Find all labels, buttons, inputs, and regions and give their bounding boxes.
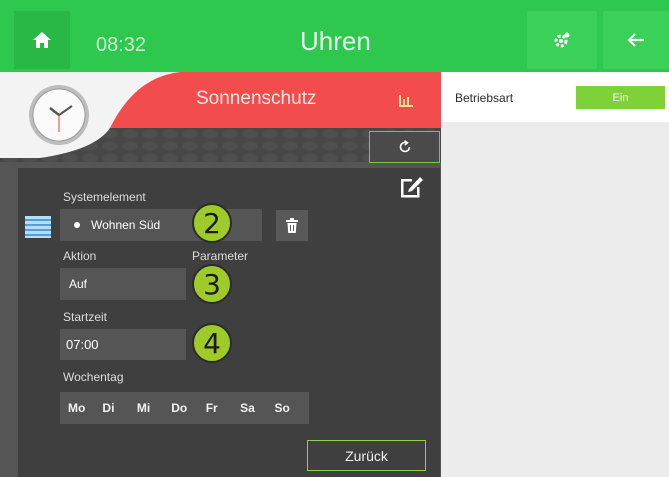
parameter-label: Parameter <box>192 249 249 263</box>
trash-icon <box>286 217 298 233</box>
startzeit-label: Startzeit <box>63 310 108 324</box>
clock-icon <box>29 85 89 145</box>
settings-button[interactable] <box>527 11 597 69</box>
systemelement-value: Wohnen Süd <box>91 218 161 232</box>
systemelement-label: Systemelement <box>63 190 146 204</box>
aktion-select[interactable]: Auf <box>60 268 186 300</box>
bar-chart-icon <box>399 95 413 107</box>
panel-title: Sonnenschutz <box>196 88 317 109</box>
betriebsart-label: Betriebsart <box>455 91 514 105</box>
chart-button[interactable] <box>371 72 441 128</box>
callout-2: 2 <box>192 203 232 243</box>
callout-3: 3 <box>192 264 232 304</box>
back-form-button[interactable]: Zurück <box>307 440 426 471</box>
weekday-selector: Mo Di Mi Do Fr Sa So <box>60 392 309 424</box>
weekday-sa[interactable]: Sa <box>240 401 274 415</box>
clock-time: 08:32 <box>96 34 147 56</box>
weekday-di[interactable]: Di <box>102 401 136 415</box>
blind-icon <box>25 216 51 238</box>
callout-4: 4 <box>192 323 232 363</box>
edit-icon[interactable] <box>398 174 426 200</box>
weekday-so[interactable]: So <box>275 401 309 415</box>
page-title: Uhren <box>300 26 371 56</box>
back-button[interactable] <box>603 11 669 69</box>
bullet-icon <box>74 222 80 228</box>
right-content <box>441 122 669 477</box>
reset-icon <box>399 140 410 153</box>
weekday-do[interactable]: Do <box>171 401 205 415</box>
delete-button[interactable] <box>276 210 308 241</box>
weekday-mi[interactable]: Mi <box>137 401 171 415</box>
gear-icon <box>554 32 570 48</box>
startzeit-input[interactable]: 07:00 <box>60 329 186 360</box>
weekday-fr[interactable]: Fr <box>206 401 240 415</box>
arrow-left-icon <box>627 33 644 47</box>
ein-button[interactable]: Ein <box>576 86 665 109</box>
home-button[interactable] <box>14 11 70 69</box>
home-icon <box>33 32 51 48</box>
reset-button[interactable] <box>369 131 440 163</box>
aktion-label: Aktion <box>63 249 97 263</box>
wochentag-label: Wochentag <box>63 370 124 384</box>
weekday-mo[interactable]: Mo <box>68 401 102 415</box>
